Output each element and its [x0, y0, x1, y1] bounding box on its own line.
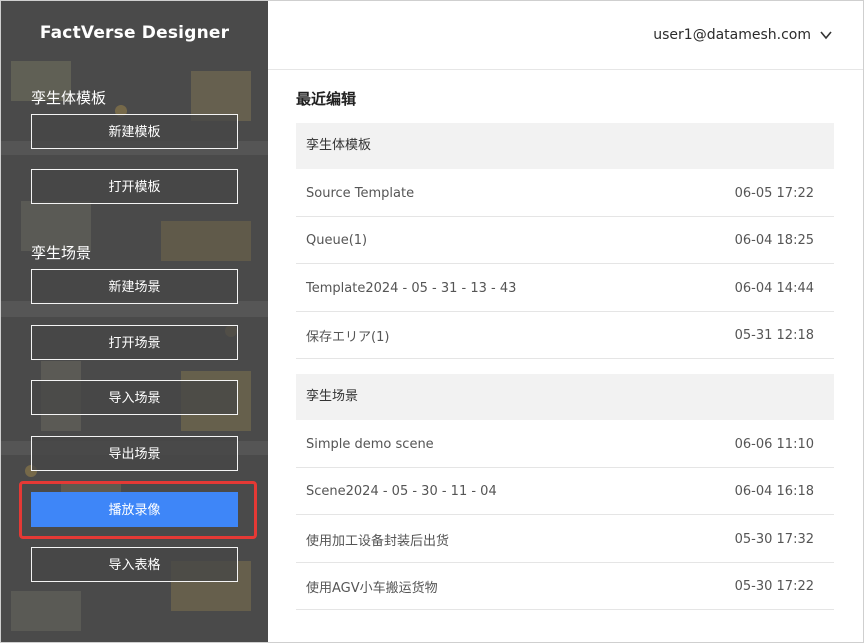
import-table-button[interactable]: 导入表格	[31, 547, 238, 582]
open-template-button[interactable]: 打开模板	[31, 169, 238, 204]
scene-section-title: 孪生场景	[31, 244, 92, 262]
item-time: 05-30 17:22	[734, 578, 814, 594]
top-bar: user1@datamesh.com	[268, 1, 863, 70]
chevron-down-icon	[820, 31, 832, 40]
export-scene-button[interactable]: 导出场景	[31, 436, 238, 471]
list-item[interactable]: 使用AGV小车搬运货物 05-30 17:22	[296, 563, 834, 610]
new-template-button[interactable]: 新建模板	[31, 114, 238, 149]
main-panel: user1@datamesh.com 最近编辑 孪生体模板 Source Tem…	[268, 1, 863, 642]
item-time: 06-06 11:10	[734, 436, 814, 452]
item-time: 06-04 16:18	[734, 483, 814, 499]
list-item[interactable]: Source Template 06-05 17:22	[296, 170, 834, 217]
item-name: Source Template	[306, 185, 415, 201]
app-window: FactVerse Designer 孪生体模板 新建模板 打开模板 孪生场景 …	[0, 0, 864, 643]
item-time: 05-31 12:18	[734, 327, 814, 343]
group-header-scenes: 孪生场景	[296, 374, 834, 420]
highlight-annotation-box	[19, 481, 257, 539]
user-email: user1@datamesh.com	[653, 27, 811, 43]
list-item[interactable]: 保存エリア(1) 05-31 12:18	[296, 312, 834, 359]
template-section-title: 孪生体模板	[31, 89, 107, 107]
recent-edits-title: 最近编辑	[296, 90, 357, 108]
item-time: 06-04 14:44	[734, 280, 814, 296]
import-scene-button[interactable]: 导入场景	[31, 380, 238, 415]
item-time: 05-30 17:32	[734, 531, 814, 547]
list-item[interactable]: Simple demo scene 06-06 11:10	[296, 421, 834, 468]
group-header-templates: 孪生体模板	[296, 123, 834, 169]
sidebar: FactVerse Designer 孪生体模板 新建模板 打开模板 孪生场景 …	[1, 1, 268, 642]
list-item[interactable]: Template2024 - 05 - 31 - 13 - 43 06-04 1…	[296, 265, 834, 312]
item-name: Template2024 - 05 - 31 - 13 - 43	[306, 280, 517, 296]
list-item[interactable]: 使用加工设备封装后出货 05-30 17:32	[296, 516, 834, 563]
app-title: FactVerse Designer	[39, 23, 230, 43]
item-name: 使用加工设备封装后出货	[306, 533, 450, 549]
open-scene-button[interactable]: 打开场景	[31, 325, 238, 360]
item-name: Scene2024 - 05 - 30 - 11 - 04	[306, 483, 497, 499]
item-time: 06-05 17:22	[734, 185, 814, 201]
list-item[interactable]: Scene2024 - 05 - 30 - 11 - 04 06-04 16:1…	[296, 468, 834, 515]
new-scene-button[interactable]: 新建场景	[31, 269, 238, 304]
user-menu[interactable]: user1@datamesh.com	[653, 27, 833, 43]
item-name: Simple demo scene	[306, 436, 434, 452]
item-name: 保存エリア(1)	[306, 329, 390, 345]
item-time: 06-04 18:25	[734, 232, 814, 248]
item-name: 使用AGV小车搬运货物	[306, 580, 438, 596]
list-item[interactable]: Queue(1) 06-04 18:25	[296, 217, 834, 264]
item-name: Queue(1)	[306, 232, 368, 248]
